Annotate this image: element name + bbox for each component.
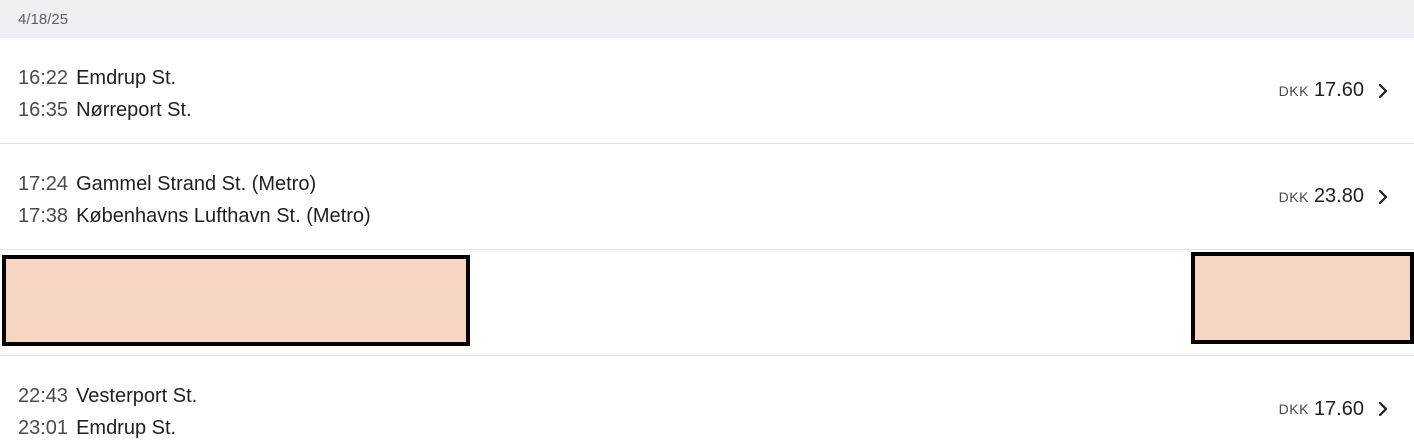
price-currency: DKK xyxy=(1278,401,1309,417)
price-amount: 23.80 xyxy=(1313,185,1364,207)
price-amount: 17.60 xyxy=(1313,79,1364,101)
departure-time: 22:43 xyxy=(18,385,69,407)
trip-row[interactable]: 22:43 Vesterport St. 23:01 Emdrup St. DKK … xyxy=(0,356,1414,441)
arrival-line: 16:35 Nørreport St. xyxy=(18,94,192,126)
date-section-header: 4/18/25 xyxy=(0,0,1414,38)
arrival-time: 16:35 xyxy=(18,99,69,121)
redaction-box-stops xyxy=(2,255,470,346)
arrival-line: 17:38 Københavns Lufthavn St. (Metro) xyxy=(18,200,371,232)
price-currency: DKK xyxy=(1278,82,1309,99)
trip-stops: 17:24 Gammel Strand St. (Metro) 17:38 Købe… xyxy=(18,168,371,232)
departure-station: Gammel Strand St. (Metro) xyxy=(76,173,317,195)
departure-station: Vesterport St. xyxy=(76,385,198,407)
departure-time: 17:24 xyxy=(18,173,69,195)
price-amount: 17.60 xyxy=(1313,397,1364,420)
departure-station: Emdrup St. xyxy=(76,67,177,89)
arrival-station: Københavns Lufthavn St. (Metro) xyxy=(76,205,371,227)
arrival-time: 17:38 xyxy=(18,205,69,227)
trip-row[interactable]: 16:22 Emdrup St. 16:35 Nørreport St. DKK 1… xyxy=(0,38,1414,144)
redaction-box-price xyxy=(1191,252,1414,344)
trip-stops: 22:43 Vesterport St. 23:01 Emdrup St. xyxy=(18,380,197,441)
trip-stops: 16:22 Emdrup St. 16:35 Nørreport St. xyxy=(18,62,192,126)
arrival-time: 23:01 xyxy=(18,417,69,439)
departure-line: 17:24 Gammel Strand St. (Metro) xyxy=(18,168,371,200)
departure-line: 16:22 Emdrup St. xyxy=(18,62,192,94)
section-date: 4/18/25 xyxy=(18,10,69,28)
price-currency: DKK xyxy=(1278,188,1309,205)
trip-price: DKK 17.60 xyxy=(1279,356,1388,441)
arrival-station: Emdrup St. xyxy=(76,417,177,439)
trip-price: DKK 23.80 xyxy=(1279,144,1388,249)
trip-row[interactable]: 17:24 Gammel Strand St. (Metro) 17:38 Købe… xyxy=(0,144,1414,250)
chevron-right-icon xyxy=(1378,401,1388,417)
departure-time: 16:22 xyxy=(18,67,69,89)
trip-row-redacted[interactable] xyxy=(0,250,1414,356)
chevron-right-icon xyxy=(1378,83,1388,98)
chevron-right-icon xyxy=(1378,189,1388,204)
trip-history-screen: 4/18/25 16:22 Emdrup St. 16:35 Nørreport S… xyxy=(0,0,1414,441)
arrival-line: 23:01 Emdrup St. xyxy=(18,412,197,441)
trip-price: DKK 17.60 xyxy=(1279,38,1388,143)
arrival-station: Nørreport St. xyxy=(76,99,192,121)
departure-line: 22:43 Vesterport St. xyxy=(18,380,197,412)
